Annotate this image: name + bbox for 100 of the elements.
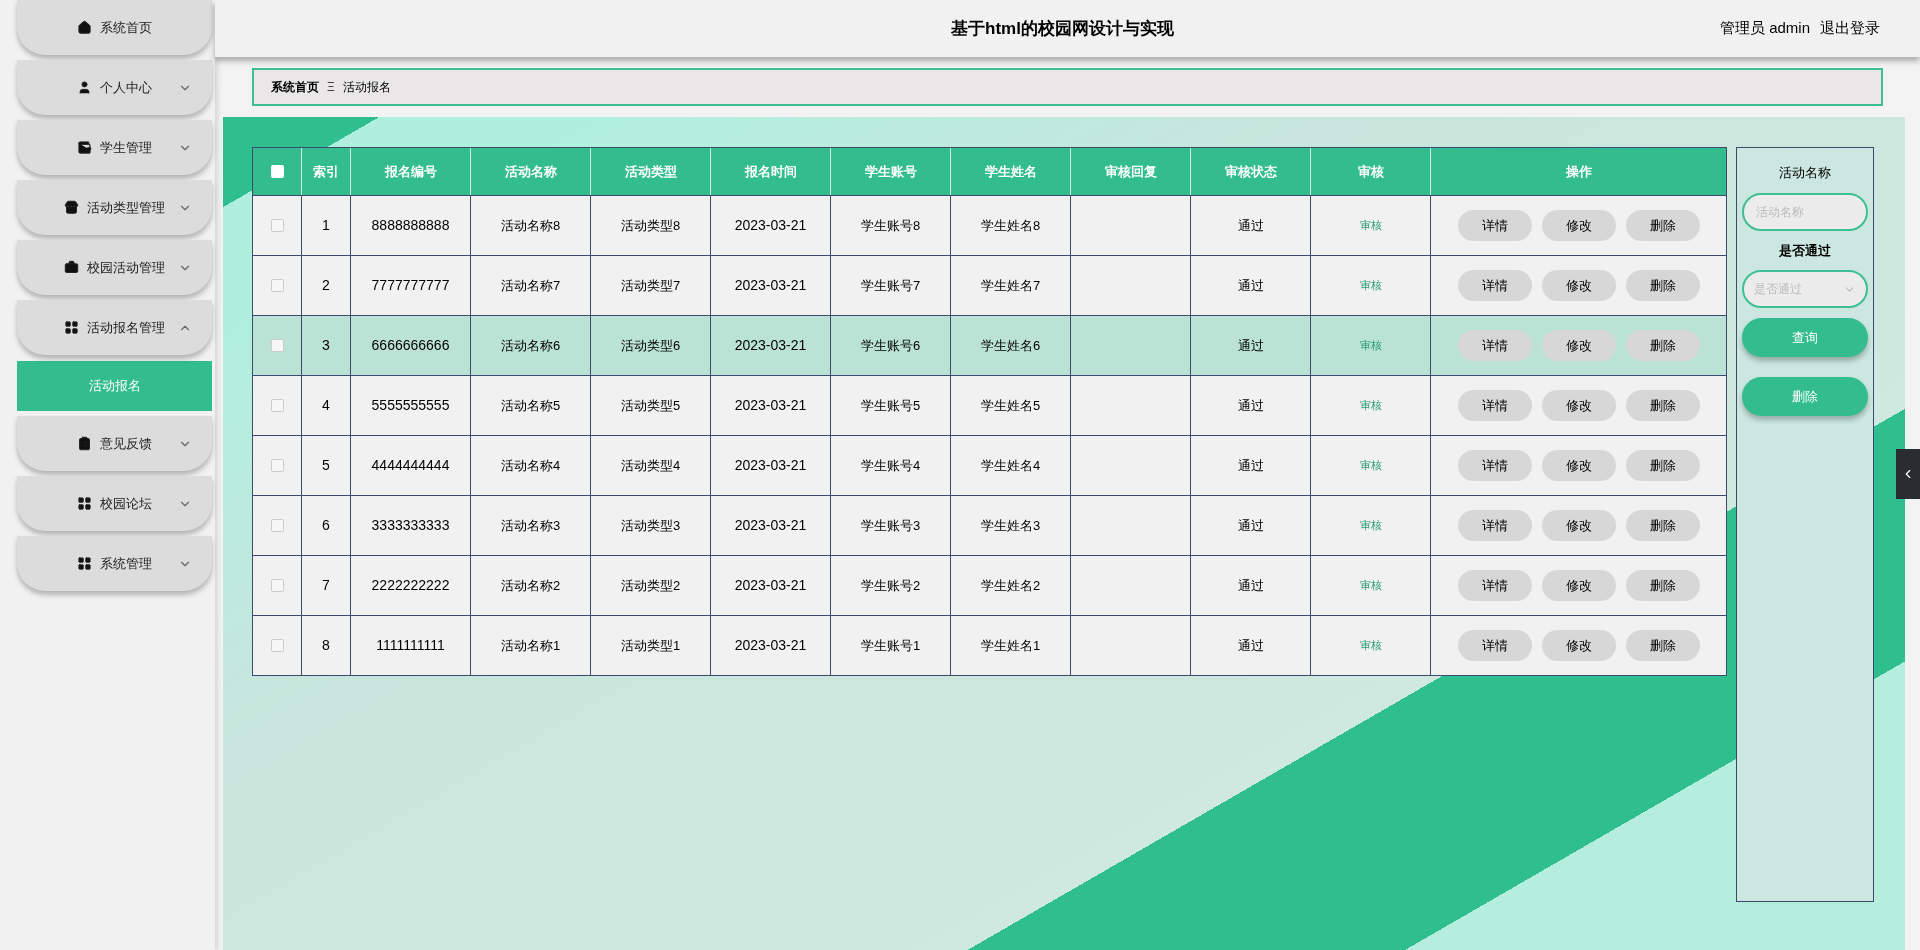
store-icon	[64, 200, 79, 215]
row-action-button[interactable]: 删除	[1625, 630, 1700, 661]
table-cell-text: 活动名称5	[500, 396, 561, 415]
row-action-button[interactable]: 详情	[1457, 450, 1532, 481]
table-cell-text: 学生姓名2	[980, 576, 1041, 595]
table-cell-text: 2222222222	[371, 576, 450, 595]
table-row[interactable]: 4 5555555555 活动名称5 活动类型5 2023-03-21 学生账号5 学生姓名5 通过 审核 详情 修改 删除	[253, 375, 1726, 435]
row-checkbox[interactable]	[270, 459, 284, 472]
table-cell-text: 通过	[1237, 216, 1264, 235]
table-cell-text: 学生账号2	[860, 576, 921, 595]
row-action-button[interactable]: 详情	[1457, 630, 1532, 661]
table-cell-text: 学生账号5	[860, 396, 921, 415]
row-action-button[interactable]: 删除	[1625, 570, 1700, 601]
sidebar-menu-item[interactable]: 系统首页	[17, 0, 212, 55]
row-action-button[interactable]: 删除	[1625, 270, 1700, 301]
row-action-button[interactable]: 删除	[1625, 330, 1700, 361]
table-cell-text: 2023-03-21	[734, 216, 807, 235]
table-row[interactable]: 5 4444444444 活动名称4 活动类型4 2023-03-21 学生账号4 学生姓名4 通过 审核 详情 修改 删除	[253, 435, 1726, 495]
table-row[interactable]: 8 1111111111 活动名称1 活动类型1 2023-03-21 学生账号1 学生姓名1 通过 审核 详情 修改 删除	[253, 615, 1726, 675]
table-row[interactable]: 6 3333333333 活动名称3 活动类型3 2023-03-21 学生账号3 学生姓名3 通过 审核 详情 修改 删除	[253, 495, 1726, 555]
row-checkbox[interactable]	[270, 339, 284, 352]
table-cell-text: 活动名称4	[500, 456, 561, 475]
sidebar-menu-item[interactable]: 学生管理	[17, 120, 212, 175]
table-cell-text: 活动类型5	[620, 396, 681, 415]
select-all-checkbox[interactable]	[270, 165, 284, 178]
table-cell-text: 活动名称2	[500, 576, 561, 595]
sidebar-menu-item[interactable]: 活动报名管理	[17, 300, 212, 355]
row-action-button[interactable]: 删除	[1625, 210, 1700, 241]
sidebar-menu-item[interactable]: 校园论坛	[17, 476, 212, 531]
table-cell-text: 学生账号1	[860, 636, 921, 655]
table-row[interactable]: 7 2222222222 活动名称2 活动类型2 2023-03-21 学生账号2 学生姓名2 通过 审核 详情 修改 删除	[253, 555, 1726, 615]
row-action-button[interactable]: 修改	[1541, 510, 1616, 541]
row-checkbox[interactable]	[270, 639, 284, 652]
table-cell-text: 学生姓名7	[980, 276, 1041, 295]
table-cell-text: 2	[322, 276, 330, 295]
table-cell-text: 1111111111	[376, 636, 445, 655]
table-cell-text: 学生账号8	[860, 216, 921, 235]
table-cell-text: 2023-03-21	[734, 576, 807, 595]
table-cell-text: 4	[322, 396, 330, 415]
row-action-button[interactable]: 详情	[1457, 210, 1532, 241]
table-cell-text: 学生姓名5	[980, 396, 1041, 415]
table-cell-text: 学生账号7	[860, 276, 921, 295]
row-action-button[interactable]: 修改	[1541, 450, 1616, 481]
table-cell-text: 学生姓名8	[980, 216, 1041, 235]
table-cell-text: 8	[322, 636, 330, 655]
table-cell-text: 学生账号4	[860, 456, 921, 475]
breadcrumb-separator: Ξ	[327, 79, 335, 96]
table-cell-text: 通过	[1237, 636, 1264, 655]
table-row[interactable]: 3 6666666666 活动名称6 活动类型6 2023-03-21 学生账号6 学生姓名6 通过 审核 详情 修改 删除	[253, 315, 1726, 375]
row-action-button[interactable]: 详情	[1457, 270, 1532, 301]
row-checkbox[interactable]	[270, 579, 284, 592]
row-action-button[interactable]: 修改	[1541, 570, 1616, 601]
table-cell-text: 学生姓名3	[980, 516, 1041, 535]
table-cell-text: 4444444444	[371, 456, 450, 475]
table-cell-text: 6	[322, 516, 330, 535]
clipboard-icon	[77, 436, 92, 451]
table-row[interactable]: 1 8888888888 活动名称8 活动类型8 2023-03-21 学生账号8 学生姓名8 通过 审核 详情 修改 删除	[253, 195, 1726, 255]
sidebar-menu-item[interactable]: 校园活动管理	[17, 240, 212, 295]
grid-icon	[77, 556, 92, 571]
table-cell-text: 通过	[1237, 336, 1264, 355]
row-checkbox[interactable]	[270, 519, 284, 532]
table-cell-text: 7	[322, 576, 330, 595]
row-action-button[interactable]: 详情	[1457, 510, 1532, 541]
row-action-button[interactable]: 删除	[1625, 450, 1700, 481]
table-cell-text: 5555555555	[371, 396, 450, 415]
row-action-button[interactable]: 删除	[1625, 510, 1700, 541]
table-cell-text: 活动类型6	[620, 336, 681, 355]
row-action-button[interactable]: 修改	[1541, 390, 1616, 421]
sidebar-menu-item[interactable]: 个人中心	[17, 60, 212, 115]
grid-icon	[64, 320, 79, 335]
table-cell-text: 6666666666	[371, 336, 450, 355]
row-action-button[interactable]: 修改	[1541, 210, 1616, 241]
grid-icon	[77, 496, 92, 511]
table-cell-text: 3	[322, 336, 330, 355]
table-cell-text: 通过	[1237, 396, 1264, 415]
sidebar-menu-item[interactable]: 意见反馈	[17, 416, 212, 471]
briefcase-icon	[64, 260, 79, 275]
table-cell-text: 活动类型7	[620, 276, 681, 295]
sidebar-menu-item[interactable]: 系统管理	[17, 536, 212, 591]
row-action-button[interactable]: 修改	[1541, 270, 1616, 301]
side-drawer-toggle[interactable]	[1896, 449, 1920, 499]
table-cell-text: 8888888888	[371, 216, 450, 235]
row-checkbox[interactable]	[270, 219, 284, 232]
table-cell-text: 2023-03-21	[734, 276, 807, 295]
row-action-button[interactable]: 详情	[1457, 330, 1532, 361]
table-cell-text: 7777777777	[371, 276, 450, 295]
row-action-button[interactable]: 修改	[1541, 330, 1616, 361]
row-action-button[interactable]: 详情	[1457, 570, 1532, 601]
sidebar-menu-item[interactable]: 活动类型管理	[17, 180, 212, 235]
row-checkbox[interactable]	[270, 399, 284, 412]
table-row[interactable]: 2 7777777777 活动名称7 活动类型7 2023-03-21 学生账号7 学生姓名7 通过 审核 详情 修改 删除	[253, 255, 1726, 315]
row-action-button[interactable]: 详情	[1457, 390, 1532, 421]
row-action-button[interactable]: 删除	[1625, 390, 1700, 421]
table-cell-text: 活动名称6	[500, 336, 561, 355]
row-action-button[interactable]: 修改	[1541, 630, 1616, 661]
table-cell-text: 活动类型4	[620, 456, 681, 475]
breadcrumb-link[interactable]: 系统首页	[271, 78, 319, 96]
row-checkbox[interactable]	[270, 279, 284, 292]
column-header: 操作	[1564, 162, 1593, 181]
logout-link[interactable]: 退出登录	[1820, 17, 1880, 40]
